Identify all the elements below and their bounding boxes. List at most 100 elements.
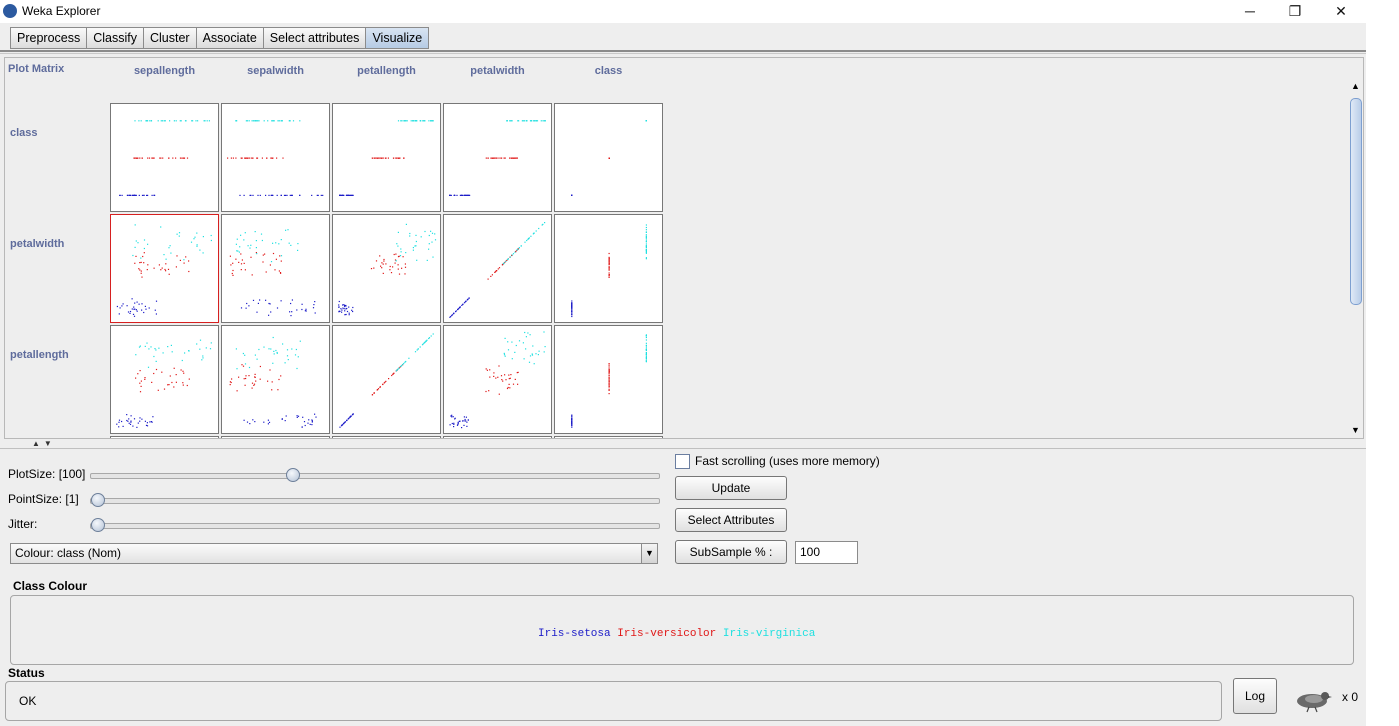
scatter-point bbox=[208, 120, 210, 122]
scatter-cell-class-vs-class[interactable] bbox=[554, 103, 663, 212]
scatter-point bbox=[415, 240, 417, 243]
scatter-point bbox=[608, 263, 610, 265]
scatter-cell-petallength-vs-petallength[interactable] bbox=[332, 325, 441, 434]
log-button[interactable]: Log bbox=[1233, 678, 1277, 714]
scatter-point bbox=[608, 267, 610, 269]
scatter-point bbox=[398, 255, 400, 257]
scatter-point bbox=[645, 251, 647, 253]
scatter-cell-petallength-vs-petalwidth[interactable] bbox=[443, 325, 552, 434]
scatter-point bbox=[165, 258, 167, 260]
legend-iris-setosa[interactable]: Iris-setosa bbox=[538, 628, 611, 640]
scatter-point bbox=[457, 309, 459, 311]
jitter-slider-knob[interactable] bbox=[91, 518, 105, 532]
scatter-point bbox=[462, 194, 464, 196]
plotsize-slider-knob[interactable] bbox=[285, 468, 300, 482]
scatter-cell-sepalwidth-vs-petallength[interactable] bbox=[332, 436, 441, 438]
pointsize-slider[interactable] bbox=[90, 493, 660, 507]
scatter-point bbox=[259, 194, 261, 196]
scatter-cell-sepalwidth-vs-sepallength[interactable] bbox=[110, 436, 219, 438]
scatter-cell-petalwidth-vs-class[interactable] bbox=[554, 214, 663, 323]
scatter-cell-petalwidth-vs-sepalwidth[interactable] bbox=[221, 214, 330, 323]
scatter-point bbox=[133, 157, 135, 159]
restore-button[interactable]: ❐ bbox=[1272, 0, 1318, 23]
scatter-point bbox=[346, 307, 348, 310]
scatter-point bbox=[256, 358, 258, 360]
scatter-cell-sepalwidth-vs-petalwidth[interactable] bbox=[443, 436, 552, 438]
scatter-point bbox=[202, 252, 204, 254]
tab-cluster[interactable]: Cluster bbox=[143, 27, 197, 49]
scatter-cell-petalwidth-vs-petalwidth[interactable] bbox=[443, 214, 552, 323]
scatter-point bbox=[608, 364, 610, 366]
scatter-cell-class-vs-petallength[interactable] bbox=[332, 103, 441, 212]
jitter-slider[interactable] bbox=[90, 518, 660, 532]
fast-scrolling-checkbox[interactable] bbox=[675, 454, 690, 469]
scatter-point bbox=[526, 239, 528, 242]
scatter-point bbox=[183, 262, 185, 264]
scatter-point bbox=[256, 253, 258, 255]
scatter-point bbox=[571, 307, 573, 309]
scatter-point bbox=[155, 313, 157, 315]
scatter-point bbox=[240, 263, 243, 265]
scatter-cell-class-vs-petalwidth[interactable] bbox=[443, 103, 552, 212]
scatter-point bbox=[256, 311, 258, 313]
scatter-cell-petallength-vs-sepalwidth[interactable] bbox=[221, 325, 330, 434]
fast-scrolling-label[interactable]: Fast scrolling (uses more memory) bbox=[695, 454, 880, 468]
scatter-point bbox=[343, 308, 345, 310]
scatter-point bbox=[314, 312, 316, 314]
scatter-point bbox=[244, 354, 246, 356]
scroll-down-arrow-icon[interactable]: ▼ bbox=[1349, 424, 1362, 436]
scatter-point bbox=[258, 348, 260, 351]
plotsize-slider[interactable] bbox=[90, 468, 660, 482]
update-button[interactable]: Update bbox=[675, 476, 787, 500]
close-button[interactable]: ✕ bbox=[1318, 0, 1364, 23]
scatter-point bbox=[246, 120, 249, 122]
scatter-point bbox=[209, 348, 212, 350]
split-pane-arrows-icon[interactable]: ▲▼ bbox=[32, 439, 56, 448]
scatter-cell-petalwidth-vs-sepallength[interactable] bbox=[110, 214, 219, 323]
scatter-point bbox=[145, 120, 147, 122]
minimize-button[interactable]: ─ bbox=[1227, 0, 1273, 23]
scatter-point bbox=[389, 269, 391, 271]
scatter-point bbox=[272, 336, 274, 339]
plot-matrix-scrollbar[interactable]: ▲ ▼ bbox=[1349, 80, 1362, 436]
scatter-point bbox=[144, 420, 146, 422]
tab-visualize[interactable]: Visualize bbox=[365, 27, 430, 49]
subsample-button[interactable]: SubSample % : bbox=[675, 540, 787, 564]
scatter-point bbox=[645, 241, 647, 243]
scatter-point bbox=[276, 157, 278, 159]
scatter-point bbox=[241, 364, 243, 366]
tab-classify[interactable]: Classify bbox=[86, 27, 144, 49]
scrollbar-thumb[interactable] bbox=[1350, 98, 1362, 305]
tab-bar: Preprocess Classify Cluster Associate Select… bbox=[10, 27, 430, 49]
subsample-percent-field[interactable]: 100 bbox=[795, 541, 858, 564]
pointsize-slider-knob[interactable] bbox=[91, 493, 105, 507]
scatter-point bbox=[260, 233, 263, 235]
legend-iris-virginica[interactable]: Iris-virginica bbox=[723, 628, 815, 640]
scatter-point bbox=[493, 375, 495, 377]
legend-iris-versicolor[interactable]: Iris-versicolor bbox=[617, 628, 716, 640]
scatter-cell-class-vs-sepallength[interactable] bbox=[110, 103, 219, 212]
scatter-point bbox=[424, 120, 426, 122]
scatter-cell-class-vs-sepalwidth[interactable] bbox=[221, 103, 330, 212]
tab-select-attributes[interactable]: Select attributes bbox=[262, 27, 367, 49]
scatter-point bbox=[463, 302, 466, 304]
scatter-point bbox=[172, 157, 174, 159]
tab-preprocess[interactable]: Preprocess bbox=[10, 27, 88, 49]
scatter-point bbox=[397, 120, 400, 122]
scatter-cell-petalwidth-vs-petallength[interactable] bbox=[332, 214, 441, 323]
select-attributes-button[interactable]: Select Attributes bbox=[675, 508, 787, 532]
scatter-point bbox=[395, 370, 397, 372]
scatter-cell-sepalwidth-vs-sepalwidth[interactable] bbox=[221, 436, 330, 438]
scatter-cell-petallength-vs-class[interactable] bbox=[554, 325, 663, 434]
colour-attribute-select[interactable]: Colour: class (Nom) ▼ bbox=[10, 543, 658, 564]
scatter-point bbox=[349, 416, 351, 418]
tab-associate[interactable]: Associate bbox=[195, 27, 264, 49]
scatter-cell-sepalwidth-vs-class[interactable] bbox=[554, 436, 663, 438]
chevron-down-icon[interactable]: ▼ bbox=[641, 544, 657, 563]
scatter-point bbox=[424, 341, 426, 344]
scroll-up-arrow-icon[interactable]: ▲ bbox=[1349, 80, 1362, 92]
scatter-point bbox=[286, 355, 289, 357]
scatter-cell-petallength-vs-sepallength[interactable] bbox=[110, 325, 219, 434]
scatter-point bbox=[512, 383, 515, 385]
split-pane-divider[interactable] bbox=[0, 448, 1366, 449]
